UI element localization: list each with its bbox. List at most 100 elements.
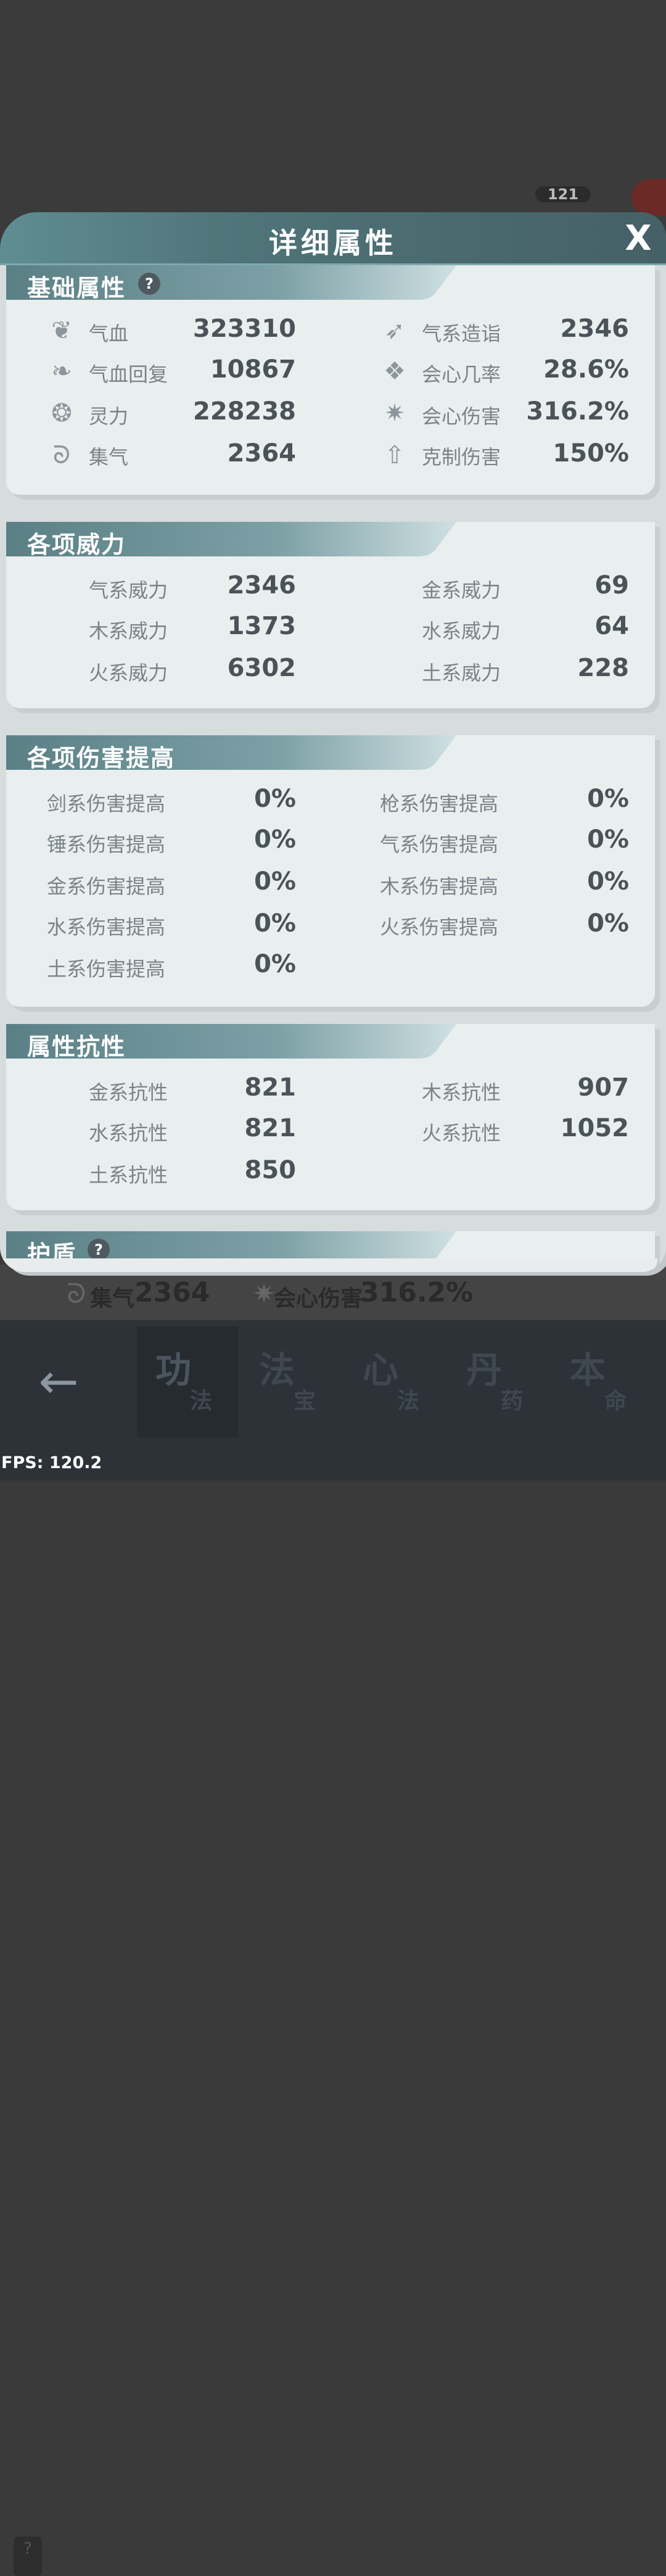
section-header: 基础属性 ? xyxy=(6,265,456,302)
tab-big-label: 功 xyxy=(155,1349,192,1391)
help-icon[interactable]: ? xyxy=(88,1239,110,1261)
stat-label: 金系抗性 xyxy=(89,1081,168,1104)
stat-value: 150% xyxy=(553,439,629,468)
strip-label: 会心伤害 xyxy=(274,1286,363,1311)
swirl-icon: ᘐ xyxy=(52,441,71,469)
help-icon[interactable]: ? xyxy=(138,273,160,295)
close-icon: X xyxy=(625,218,652,258)
heart-icon: ❦ xyxy=(51,316,72,345)
stat-label: 锤系伤害提高 xyxy=(47,833,166,856)
stat-label: 土系伤害提高 xyxy=(47,957,166,981)
stat-value: 2346 xyxy=(560,315,629,343)
stat-value: 69 xyxy=(594,571,629,600)
stat-label: 水系伤害提高 xyxy=(47,915,166,939)
tab-fabao[interactable]: 法 宝 xyxy=(240,1326,342,1437)
stat-value: 10867 xyxy=(210,355,296,384)
crit-rate-icon: ❖ xyxy=(384,357,406,386)
stat-label: 气系伤害提高 xyxy=(380,833,499,856)
back-button[interactable]: ← xyxy=(25,1357,92,1406)
stat-value: 316.2% xyxy=(526,397,629,426)
arrow-left-icon: ← xyxy=(38,1354,79,1410)
stat-value: 0% xyxy=(254,950,296,978)
stat-label: 金系威力 xyxy=(422,579,501,602)
stat-label: 木系伤害提高 xyxy=(380,875,499,898)
arrow-up-icon: ⇧ xyxy=(384,441,405,469)
stat-label: 灵力 xyxy=(89,405,129,428)
stat-label: 剑系伤害提高 xyxy=(47,792,166,815)
stat-value: 2364 xyxy=(227,439,296,468)
stat-label: 克制伤害 xyxy=(422,445,501,469)
tab-small-label: 法 xyxy=(190,1389,213,1414)
stat-label: 水系威力 xyxy=(422,619,501,643)
tab-gongfa[interactable]: 功 法 xyxy=(137,1326,238,1437)
stat-value: 64 xyxy=(594,612,629,640)
section-title: 基础属性 xyxy=(27,275,126,302)
tab-big-label: 丹 xyxy=(466,1349,503,1391)
stat-value: 0% xyxy=(254,909,296,938)
strip-value: 2364 xyxy=(134,1277,210,1308)
stat-value: 228 xyxy=(577,654,630,682)
stat-value: 0% xyxy=(587,909,629,938)
stat-value: 28.6% xyxy=(543,355,629,384)
stat-value: 0% xyxy=(254,867,296,896)
dialog-title: 详细属性 xyxy=(269,226,397,260)
dialog-body[interactable]: 基础属性 ? ❦ 气血 323310 ❧ 气血回复 10867 ❂ 灵力 228… xyxy=(0,265,666,1272)
heart-regen-icon: ❧ xyxy=(51,357,72,386)
stat-value: 821 xyxy=(244,1114,297,1142)
section-title: 各项威力 xyxy=(27,531,126,558)
stat-value: 6302 xyxy=(227,654,296,682)
section-title: 各项伤害提高 xyxy=(27,745,176,772)
dialog-header: 详细属性 X xyxy=(0,212,666,265)
section-title: 属性抗性 xyxy=(27,1033,126,1060)
section-basic: 基础属性 ? ❦ 气血 323310 ❧ 气血回复 10867 ❂ 灵力 228… xyxy=(6,265,655,495)
stat-label: 水系抗性 xyxy=(89,1121,168,1145)
tab-big-label: 本 xyxy=(570,1349,606,1391)
strip-value: 316.2% xyxy=(360,1277,474,1308)
close-button[interactable]: X xyxy=(620,221,656,257)
stat-value: 1052 xyxy=(560,1114,629,1142)
stat-label: 会心几率 xyxy=(422,363,501,386)
stat-value: 0% xyxy=(587,825,629,854)
bottom-nav: ← 功 法 法 宝 心 法 丹 药 本 命 xyxy=(0,1320,666,1443)
stat-label: 土系威力 xyxy=(422,661,501,685)
tab-small-label: 宝 xyxy=(294,1389,316,1414)
stat-value: 0% xyxy=(587,785,629,813)
stat-label: 会心伤害 xyxy=(422,405,501,428)
stat-value: 323310 xyxy=(193,315,296,343)
stat-label: 木系威力 xyxy=(89,619,168,643)
burst-icon: ✷ xyxy=(384,399,405,427)
section-resist: 属性抗性 金系抗性 821 水系抗性 821 土系抗性 850 木系抗性 907… xyxy=(6,1024,655,1210)
stat-value: 1373 xyxy=(227,612,296,640)
tab-danyao[interactable]: 丹 药 xyxy=(448,1326,549,1437)
tab-small-label: 法 xyxy=(397,1389,420,1414)
stat-label: 气系威力 xyxy=(89,579,168,602)
stat-value: 228238 xyxy=(193,397,296,426)
stat-label: 土系抗性 xyxy=(89,1163,168,1187)
stat-value: 0% xyxy=(254,825,296,854)
stat-label: 气血 xyxy=(89,322,129,345)
detail-attributes-dialog: 详细属性 X 基础属性 ? ❦ 气血 323310 ❧ 气血回复 10867 ❂… xyxy=(0,212,666,1277)
side-tab xyxy=(631,179,666,216)
section-damage: 各项伤害提高 剑系伤害提高 0% 锤系伤害提高 0% 金系伤害提高 0% 水系伤… xyxy=(6,735,655,1007)
stat-label: 木系抗性 xyxy=(422,1081,501,1104)
stat-label: 火系抗性 xyxy=(422,1121,501,1145)
stat-value: 0% xyxy=(254,785,296,813)
spirit-drop-icon: ❂ xyxy=(51,399,72,427)
stat-label: 气血回复 xyxy=(89,363,168,386)
tab-big-label: 心 xyxy=(363,1349,399,1391)
swirl-icon: ᘐ xyxy=(67,1278,86,1310)
section-power: 各项威力 气系威力 2346 木系威力 1373 火系威力 6302 金系威力 … xyxy=(6,522,655,708)
stat-label: 枪系伤害提高 xyxy=(380,792,499,815)
stat-label: 集气 xyxy=(89,445,129,469)
dialog-footer xyxy=(0,1258,657,1272)
stat-value: 850 xyxy=(244,1156,297,1184)
stat-label: 火系伤害提高 xyxy=(380,915,499,939)
tab-xinfa[interactable]: 心 法 xyxy=(344,1326,445,1437)
section-header: 各项威力 xyxy=(6,522,456,558)
level-badge: 121 xyxy=(535,186,591,202)
stat-value: 907 xyxy=(577,1073,630,1102)
stat-label: 金系伤害提高 xyxy=(47,875,166,898)
tab-small-label: 命 xyxy=(604,1389,627,1414)
tab-big-label: 法 xyxy=(259,1349,295,1391)
tab-benming[interactable]: 本 命 xyxy=(551,1326,652,1437)
